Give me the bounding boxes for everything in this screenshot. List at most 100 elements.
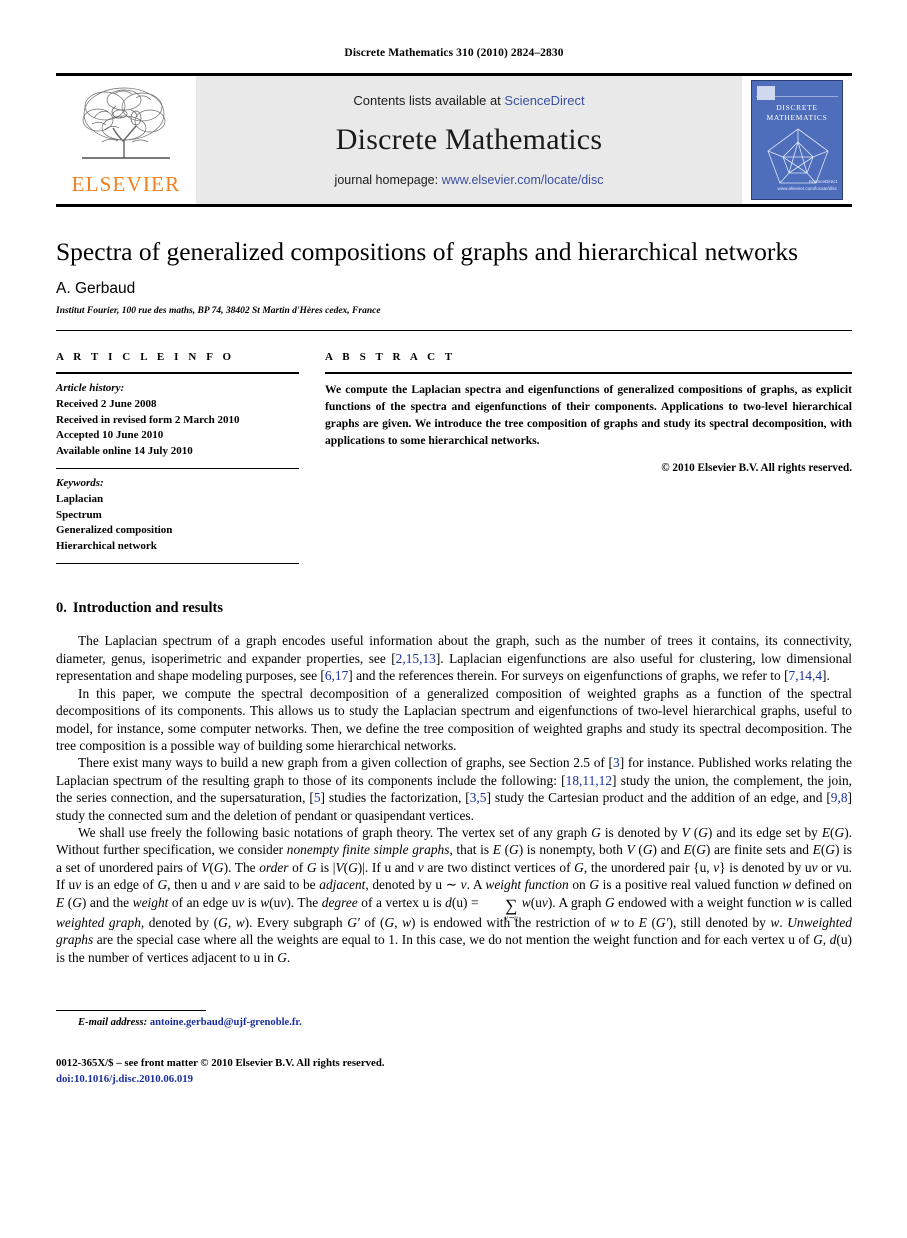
sciencedirect-link[interactable]: ScienceDirect — [504, 93, 584, 108]
p4-t: is — [244, 894, 261, 910]
homepage-link[interactable]: www.elsevier.com/locate/disc — [442, 173, 604, 187]
math-symbol-V: V — [335, 859, 344, 875]
p4-t: ) and — [652, 842, 684, 858]
p4-t: are the special case where all the weigh… — [93, 932, 814, 948]
keyword-item: Laplacian — [56, 492, 104, 505]
cover-sciencedirect-label: ScienceDirect — [808, 179, 837, 185]
journal-cover-cell: DISCRETE MATHEMATICS ScienceDirect www.e… — [742, 76, 852, 204]
p4-t: are said to be — [240, 877, 320, 893]
citation-ref[interactable]: 2,15,13 — [396, 651, 436, 666]
paragraph-1: The Laplacian spectrum of a graph encode… — [56, 632, 852, 684]
citation-ref[interactable]: 9,8 — [831, 790, 848, 805]
citation-ref[interactable]: 3 — [613, 755, 620, 770]
p4-t: ), still denoted by — [668, 915, 771, 931]
article-history-item: Accepted 10 June 2010 — [56, 429, 164, 442]
cover-elsevier-mark-icon — [757, 86, 775, 100]
math-symbol-G: G — [696, 842, 706, 858]
p4-t: , denoted by ( — [140, 915, 219, 931]
emphasis: order — [259, 859, 289, 875]
cover-pentagram-icon — [767, 128, 829, 184]
math-symbol-G: G — [72, 894, 82, 910]
citation-ref[interactable]: 3,5 — [470, 790, 487, 805]
citation-ref[interactable]: 5 — [314, 790, 321, 805]
front-matter-line: 0012-365X/$ – see front matter © 2010 El… — [56, 1057, 385, 1070]
p4-t: to — [619, 915, 639, 931]
p4-t: , denoted by u ∼ — [365, 877, 461, 893]
email-label: E-mail address: — [78, 1017, 148, 1029]
article-info-column: A R T I C L E I N F O Article history: R… — [56, 351, 299, 565]
p4-t: ). The — [223, 859, 260, 875]
doi-link[interactable]: doi:10.1016/j.disc.2010.06.019 — [56, 1072, 852, 1088]
emphasis: weight function — [485, 877, 569, 893]
cover-title-line2: MATHEMATICS — [766, 113, 828, 123]
cover-sciencedirect: ScienceDirect www.elsevier.com/locate/di… — [778, 179, 838, 193]
abstract-label: A B S T R A C T — [325, 351, 456, 364]
p4-t: ) and its edge set by — [707, 825, 822, 841]
keyword-item: Spectrum — [56, 508, 102, 521]
cover-title-line1: DISCRETE — [776, 103, 818, 112]
math-symbol-G: G — [218, 915, 228, 931]
paragraph-2: In this paper, we compute the spectral d… — [56, 685, 852, 753]
math-symbol-G: G — [348, 859, 358, 875]
math-symbol-w: w — [521, 894, 531, 910]
contents-prefix: Contents lists available at — [353, 93, 505, 108]
math-symbol-E: E — [638, 915, 647, 931]
keyword-item: Generalized composition — [56, 524, 173, 537]
p4-t: , that is — [449, 842, 493, 858]
p3-a: There exist many ways to build a new gra… — [78, 755, 613, 771]
math-symbol-G: G — [384, 915, 395, 931]
math-symbol-G: G — [277, 949, 287, 965]
citation-ref[interactable]: 18,11,12 — [566, 773, 612, 788]
p4-t: of a vertex u is — [357, 894, 446, 910]
p4-t: , then u and — [167, 877, 235, 893]
p4-t: , — [822, 932, 830, 948]
emphasis: degree — [321, 894, 358, 910]
section-heading: 0. Introduction and results — [56, 600, 852, 617]
p4-t: . A — [466, 877, 486, 893]
article-history-label: Article history: — [56, 382, 125, 395]
abstract-copyright: © 2010 Elsevier B.V. All rights reserved… — [661, 462, 852, 474]
math-symbol-G: G — [591, 825, 601, 841]
author-list: A. Gerbaud — [56, 280, 136, 298]
math-symbol-G: G — [574, 859, 584, 875]
p4-t: , — [227, 915, 236, 931]
math-symbol-V: V — [626, 842, 635, 858]
math-symbol-E: E — [492, 842, 501, 858]
p4-t: is a positive real valued function — [599, 877, 783, 893]
math-symbol-w: w — [795, 894, 804, 910]
emphasis: adjacent — [319, 877, 366, 893]
p4-t: ). The — [286, 894, 322, 910]
homepage-prefix: journal homepage: — [334, 173, 442, 187]
math-symbol-w: w — [235, 915, 245, 931]
p4-t: of an edge u — [168, 894, 239, 910]
math-symbol-w: w — [402, 915, 412, 931]
p4-t: or — [817, 859, 836, 875]
p4-t: endowed with a weight function — [614, 894, 796, 910]
math-symbol-w: w — [782, 877, 792, 893]
affiliation: Institut Fourier, 100 rue des maths, BP … — [56, 306, 381, 317]
email-address-link[interactable]: antoine.gerbaud@ujf-grenoble.fr. — [150, 1017, 302, 1028]
math-symbol-G: G — [813, 932, 823, 948]
p4-t: on — [568, 877, 590, 893]
p4-t: ( — [500, 842, 510, 858]
article-history-item: Available online 14 July 2010 — [56, 444, 193, 457]
masthead-center: Contents lists available at ScienceDirec… — [196, 76, 742, 204]
p4-t: (u) = — [451, 894, 483, 910]
citation-ref[interactable]: 6,17 — [325, 668, 348, 683]
citation-ref[interactable]: 7,14,4 — [789, 668, 822, 683]
contents-available-line: Contents lists available at ScienceDirec… — [353, 93, 584, 108]
p1-d: ]. — [822, 668, 830, 684]
math-symbol-G-prime: G′ — [655, 915, 669, 931]
math-symbol-E: E — [56, 894, 65, 910]
math-symbol-G: G — [834, 825, 845, 841]
email-footnote: E-mail address: antoine.gerbaud@ujf-gren… — [56, 1017, 852, 1028]
p4-t: are two distinct vertices of — [423, 859, 575, 875]
p4-t: is an edge of — [81, 877, 158, 893]
math-symbol-G: G — [589, 877, 600, 893]
math-symbol-G: G — [698, 825, 708, 841]
p4-t: ). Every subgraph — [244, 915, 348, 931]
p4-t: , the unordered pair {u, — [583, 859, 714, 875]
paragraph-4: We shall use freely the following basic … — [56, 824, 852, 966]
math-symbol-G: G — [604, 894, 615, 910]
keywords-block: Keywords: Laplacian Spectrum Generalized… — [56, 469, 299, 554]
